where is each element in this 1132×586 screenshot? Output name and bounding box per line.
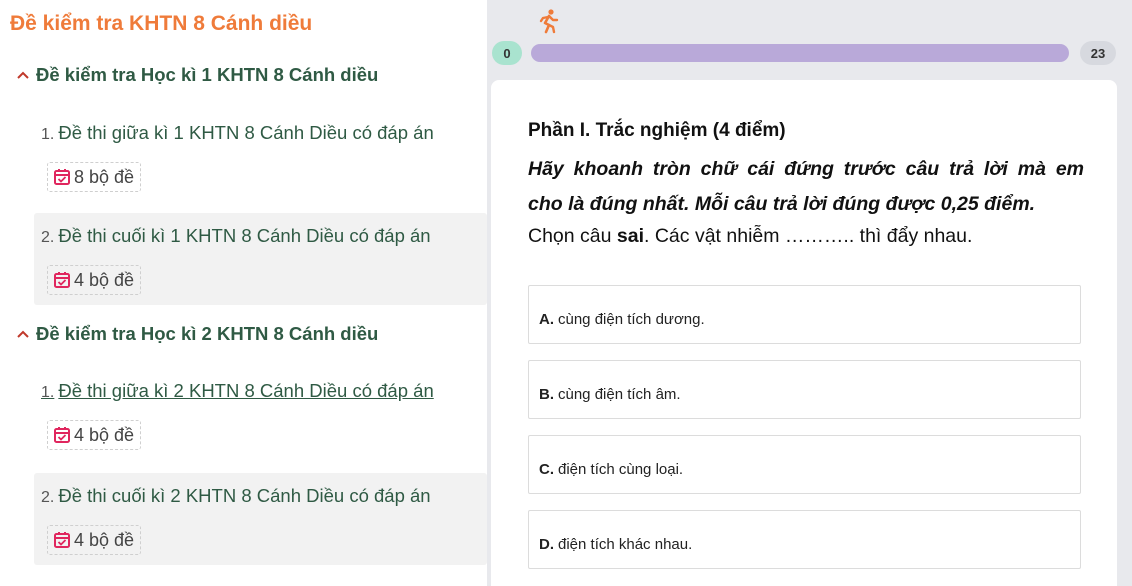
running-person-icon (539, 9, 559, 34)
section-heading-hk2[interactable]: Đề kiểm tra Học kì 2 KHTN 8 Cánh diều (14, 323, 378, 345)
badge-label: 4 bộ đề (74, 424, 135, 445)
instruction-text: Hãy khoanh tròn chữ cái đứng trước câu t… (528, 152, 1084, 222)
item-number: 2. (41, 489, 55, 506)
option-text: điện tích cùng loại. (558, 461, 684, 478)
list-item: 2. Đề thi cuối kì 2 KHTN 8 Cánh Diều có đ… (34, 473, 487, 565)
calendar-check-icon (54, 169, 70, 185)
item-title: Đề thi cuối kì 1 KHTN 8 Cánh Diều có đáp… (58, 225, 431, 246)
answer-option-d[interactable]: D. điện tích khác nhau. (528, 510, 1081, 569)
item-number: 1. (41, 384, 55, 401)
exam-link[interactable]: 1. Đề thi giữa kì 2 KHTN 8 Cánh Diều có đ… (41, 380, 434, 402)
stem-suffix: . Các vật nhiễm ……….. thì đẩy nhau. (644, 225, 973, 247)
exam-link[interactable]: 2. Đề thi cuối kì 2 KHTN 8 Cánh Diều có đ… (41, 485, 431, 507)
current-question-counter: 0 (492, 41, 522, 65)
progress-bar (531, 44, 1069, 62)
calendar-check-icon (54, 272, 70, 288)
question-stem: Chọn câu sai. Các vật nhiễm ……….. thì đẩ… (528, 225, 972, 248)
quiz-panel: 0 23 Phần I. Trắc nghiệm (4 điểm) Hãy kh… (487, 0, 1132, 586)
calendar-check-icon (54, 532, 70, 548)
set-count-badge[interactable]: 8 bộ đề (47, 162, 142, 192)
option-letter: A. (539, 311, 554, 328)
answer-option-c[interactable]: C. điện tích cùng loại. (528, 435, 1081, 494)
option-letter: D. (539, 536, 554, 553)
page-title: Đề kiểm tra KHTN 8 Cánh diều (10, 12, 313, 35)
item-title: Đề thi cuối kì 2 KHTN 8 Cánh Diều có đáp… (58, 485, 431, 506)
question-card: Phần I. Trắc nghiệm (4 điểm) Hãy khoanh … (491, 80, 1117, 586)
set-count-badge[interactable]: 4 bộ đề (47, 420, 142, 450)
answer-option-a[interactable]: A. cùng điện tích dương. (528, 285, 1081, 344)
item-title: Đề thi giữa kì 2 KHTN 8 Cánh Diều có đáp… (58, 380, 434, 401)
set-count-badge[interactable]: 4 bộ đề (47, 525, 142, 555)
item-title: Đề thi giữa kì 1 KHTN 8 Cánh Diều có đáp… (58, 122, 434, 143)
set-count-badge[interactable]: 4 bộ đề (47, 265, 142, 295)
instruction-line-2: cho là đúng nhất. Mỗi câu trả lời đúng đ… (528, 193, 1036, 215)
list-item: 1. Đề thi giữa kì 2 KHTN 8 Cánh Diều có đ… (34, 366, 487, 462)
item-number: 1. (41, 126, 55, 143)
section-heading-hk1[interactable]: Đề kiểm tra Học kì 1 KHTN 8 Cánh diều (14, 64, 378, 86)
badge-label: 4 bộ đề (74, 269, 135, 290)
answer-option-b[interactable]: B. cùng điện tích âm. (528, 360, 1081, 419)
exam-list-panel: Đề kiểm tra KHTN 8 Cánh diều Đề kiểm tra… (0, 0, 487, 586)
section-title: Phần I. Trắc nghiệm (4 điểm) (528, 120, 786, 141)
exam-link[interactable]: 2. Đề thi cuối kì 1 KHTN 8 Cánh Diều có đ… (41, 225, 431, 247)
section-heading-label: Đề kiểm tra Học kì 1 KHTN 8 Cánh diều (36, 64, 379, 85)
instruction-line-1: Hãy khoanh tròn chữ cái đứng trước câu t… (528, 158, 1084, 180)
badge-label: 8 bộ đề (74, 166, 135, 187)
chevron-up-icon (17, 330, 29, 338)
stem-prefix: Chọn câu (528, 225, 617, 247)
list-item: 2. Đề thi cuối kì 1 KHTN 8 Cánh Diều có đ… (34, 213, 487, 305)
option-text: cùng điện tích âm. (558, 386, 681, 403)
section-heading-label: Đề kiểm tra Học kì 2 KHTN 8 Cánh diều (36, 323, 379, 344)
calendar-check-icon (54, 427, 70, 443)
list-item: 1. Đề thi giữa kì 1 KHTN 8 Cánh Diều có đ… (34, 108, 487, 203)
chevron-up-icon (17, 71, 29, 79)
exam-link[interactable]: 1. Đề thi giữa kì 1 KHTN 8 Cánh Diều có đ… (41, 122, 434, 144)
total-question-counter: 23 (1080, 41, 1116, 65)
option-text: cùng điện tích dương. (558, 311, 705, 328)
option-letter: C. (539, 461, 554, 478)
stem-emphasis: sai (616, 225, 645, 247)
option-letter: B. (539, 386, 554, 403)
item-number: 2. (41, 229, 55, 246)
badge-label: 4 bộ đề (74, 529, 135, 550)
option-text: điện tích khác nhau. (558, 536, 693, 553)
